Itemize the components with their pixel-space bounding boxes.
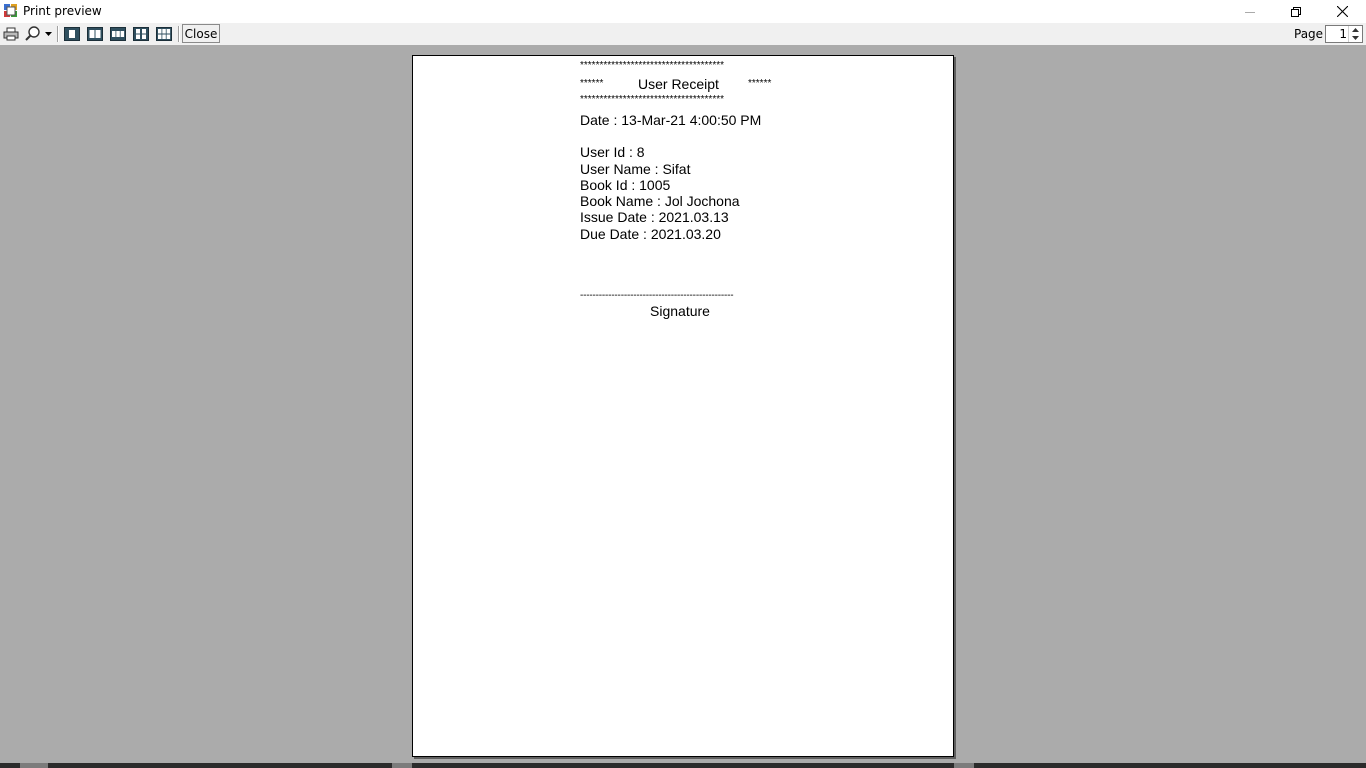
close-preview-label: Close	[184, 26, 218, 41]
preview-page: ************************************* **…	[412, 55, 954, 757]
page-label: Page	[1294, 27, 1324, 41]
receipt-book-name: Book Name : Jol Jochona	[580, 193, 740, 210]
print-preview-icon	[4, 4, 17, 17]
taskbar-strip	[0, 763, 1366, 768]
page-number-spinner[interactable]: 1	[1325, 25, 1363, 43]
zoom-button[interactable]	[24, 25, 42, 43]
minimize-button[interactable]	[1227, 0, 1273, 23]
stars-top: *************************************	[580, 61, 724, 71]
receipt: ************************************* **…	[580, 61, 810, 319]
receipt-title-row: ****** User Receipt ******	[580, 73, 810, 95]
zoom-dropdown[interactable]	[43, 25, 53, 43]
receipt-date: Date : 13-Mar-21 4:00:50 PM	[580, 112, 762, 128]
toolbar: Close Page 1	[0, 23, 1366, 45]
restore-icon	[1291, 6, 1301, 17]
window-title: Print preview	[23, 4, 102, 18]
minimize-icon	[1245, 11, 1255, 13]
signature-label: Signature	[650, 303, 710, 320]
taskbar-segment	[392, 763, 412, 768]
receipt-issue-date: Issue Date : 2021.03.13	[580, 209, 729, 226]
six-pages-button[interactable]	[155, 25, 173, 43]
spinner-down-button[interactable]	[1349, 34, 1362, 42]
receipt-user-id: User Id : 8	[580, 144, 645, 161]
title-bar: Print preview	[0, 0, 1366, 23]
close-preview-button[interactable]: Close	[182, 24, 220, 43]
restore-button[interactable]	[1273, 0, 1319, 23]
receipt-user-name: User Name : Sifat	[580, 160, 691, 177]
three-pages-button[interactable]	[109, 25, 127, 43]
spinner-arrows	[1348, 26, 1362, 42]
dropdown-arrow-icon	[44, 32, 52, 36]
toolbar-separator	[57, 26, 59, 42]
taskbar-segment	[20, 763, 48, 768]
stars-bottom: *************************************	[580, 95, 724, 105]
arrow-up-icon	[1352, 28, 1359, 32]
signature-line: ----------------------------------------…	[580, 290, 734, 302]
taskbar-segment	[954, 763, 974, 768]
stars-right: ******	[748, 78, 772, 89]
print-button[interactable]	[2, 25, 20, 43]
four-pages-icon	[133, 27, 149, 41]
two-pages-icon	[87, 27, 103, 41]
arrow-down-icon	[1352, 36, 1359, 40]
one-page-button[interactable]	[63, 25, 81, 43]
close-icon	[1336, 6, 1348, 17]
receipt-title: User Receipt	[638, 76, 719, 92]
window-close-button[interactable]	[1319, 0, 1365, 23]
toolbar-separator	[178, 26, 180, 42]
six-pages-icon	[156, 27, 172, 41]
zoom-icon	[25, 26, 40, 41]
three-pages-icon	[110, 27, 126, 41]
receipt-due-date: Due Date : 2021.03.20	[580, 225, 721, 242]
receipt-book-id: Book Id : 1005	[580, 176, 671, 193]
one-page-icon	[64, 27, 80, 41]
stars-left: ******	[580, 78, 604, 89]
spinner-up-button[interactable]	[1349, 26, 1362, 34]
printer-icon	[3, 27, 19, 41]
two-pages-button[interactable]	[86, 25, 104, 43]
page-number-value[interactable]: 1	[1339, 27, 1347, 41]
four-pages-button[interactable]	[132, 25, 150, 43]
